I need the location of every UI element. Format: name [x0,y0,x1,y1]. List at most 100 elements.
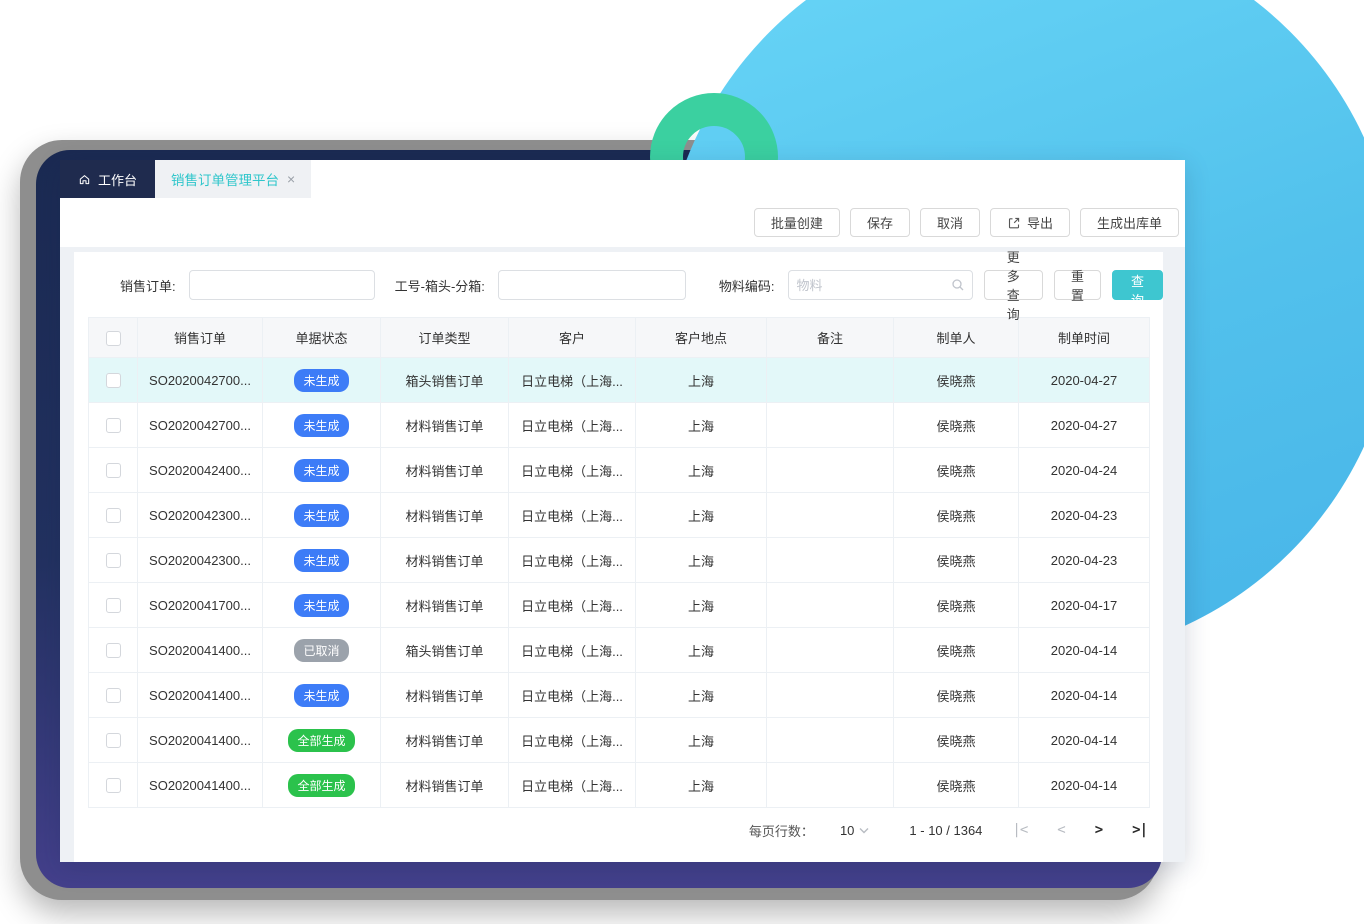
cell-customer: 日立电梯（上海... [509,628,636,673]
cell-create-date: 2020-04-24 [1019,448,1150,493]
cell-create-date: 2020-04-14 [1019,763,1150,808]
column-header: 销售订单 [138,318,263,358]
page: 工作台 销售订单管理平台 × 批量创建 保存 取消 导出 生成出库单 [0,0,1364,924]
row-checkbox[interactable] [106,463,121,478]
table-row[interactable]: SO2020042300...未生成材料销售订单日立电梯（上海...上海侯晓燕2… [89,493,1150,538]
cell-status: 未生成 [263,673,381,718]
cell-customer: 日立电梯（上海... [509,718,636,763]
row-select-cell [89,673,138,718]
cell-customer: 日立电梯（上海... [509,763,636,808]
status-badge: 全部生成 [288,729,354,752]
cell-create-date: 2020-04-27 [1019,403,1150,448]
table-row[interactable]: SO2020041400...全部生成材料销售订单日立电梯（上海...上海侯晓燕… [89,763,1150,808]
cell-remark [767,493,894,538]
cell-status: 未生成 [263,583,381,628]
cell-remark [767,358,894,403]
pagination-range: 1 - 10 / 1364 [909,823,982,838]
cell-remark [767,628,894,673]
sales-order-input[interactable] [189,270,375,300]
cell-creator: 侯晓燕 [894,763,1019,808]
cell-sales-order: SO2020042300... [138,493,263,538]
cell-sales-order: SO2020041400... [138,763,263,808]
column-header: 制单人 [894,318,1019,358]
tab-bar: 工作台 销售订单管理平台 × [60,160,1185,198]
cell-sales-order: SO2020041400... [138,628,263,673]
cell-order-type: 材料销售订单 [381,538,509,583]
cell-order-type: 材料销售订单 [381,448,509,493]
cell-creator: 侯晓燕 [894,583,1019,628]
table-row[interactable]: SO2020041400...全部生成材料销售订单日立电梯（上海...上海侯晓燕… [89,718,1150,763]
cell-creator: 侯晓燕 [894,403,1019,448]
batch-create-button[interactable]: 批量创建 [754,208,840,237]
toolbar: 批量创建 保存 取消 导出 生成出库单 [60,198,1185,247]
row-checkbox[interactable] [106,598,121,613]
rows-per-page-select[interactable]: 10 [840,823,869,838]
export-button[interactable]: 导出 [990,208,1070,237]
prev-page-icon[interactable]: < [1057,822,1064,838]
table-row[interactable]: SO2020041700...未生成材料销售订单日立电梯（上海...上海侯晓燕2… [89,583,1150,628]
cell-customer: 日立电梯（上海... [509,358,636,403]
cell-customer-location: 上海 [636,673,767,718]
select-all-header [89,318,138,358]
row-checkbox[interactable] [106,643,121,658]
row-checkbox[interactable] [106,553,121,568]
row-select-cell [89,493,138,538]
job-box-filter-label: 工号-箱头-分箱: [395,276,485,295]
select-all-checkbox[interactable] [106,331,121,346]
table-row[interactable]: SO2020042300...未生成材料销售订单日立电梯（上海...上海侯晓燕2… [89,538,1150,583]
cell-remark [767,448,894,493]
cancel-button[interactable]: 取消 [920,208,980,237]
table-row[interactable]: SO2020042400...未生成材料销售订单日立电梯（上海...上海侯晓燕2… [89,448,1150,493]
cell-order-type: 箱头销售订单 [381,628,509,673]
row-checkbox[interactable] [106,778,121,793]
reset-button[interactable]: 重置 [1054,270,1101,300]
cell-creator: 侯晓燕 [894,358,1019,403]
cell-customer: 日立电梯（上海... [509,673,636,718]
material-code-input[interactable] [788,270,973,300]
cell-customer-location: 上海 [636,538,767,583]
cell-creator: 侯晓燕 [894,718,1019,763]
main-card: 销售订单: 工号-箱头-分箱: 物料编码: 更多查询 重置 查询 [74,252,1163,862]
cell-create-date: 2020-04-23 [1019,538,1150,583]
cell-customer-location: 上海 [636,493,767,538]
cell-customer: 日立电梯（上海... [509,493,636,538]
cell-customer: 日立电梯（上海... [509,403,636,448]
next-page-icon[interactable]: > [1095,822,1102,838]
row-checkbox[interactable] [106,733,121,748]
generate-outbound-button[interactable]: 生成出库单 [1080,208,1179,237]
close-icon[interactable]: × [287,171,295,187]
last-page-icon[interactable]: >| [1132,822,1147,838]
table-row[interactable]: SO2020041400...未生成材料销售订单日立电梯（上海...上海侯晓燕2… [89,673,1150,718]
row-checkbox[interactable] [106,418,121,433]
more-query-button[interactable]: 更多查询 [984,270,1043,300]
job-box-input[interactable] [498,270,686,300]
cell-order-type: 材料销售订单 [381,673,509,718]
table-header-row: 销售订单单据状态订单类型客户客户地点备注制单人制单时间 [89,318,1150,358]
save-button[interactable]: 保存 [850,208,910,237]
row-checkbox[interactable] [106,373,121,388]
cell-order-type: 材料销售订单 [381,493,509,538]
status-badge: 未生成 [294,504,348,527]
row-checkbox[interactable] [106,688,121,703]
cell-status: 未生成 [263,448,381,493]
cell-status: 全部生成 [263,718,381,763]
rows-per-page-label: 每页行数： [749,821,814,840]
status-badge: 未生成 [294,684,348,707]
cell-remark [767,583,894,628]
cell-customer-location: 上海 [636,403,767,448]
table-row[interactable]: SO2020042700...未生成箱头销售订单日立电梯（上海...上海侯晓燕2… [89,358,1150,403]
row-checkbox[interactable] [106,508,121,523]
first-page-icon[interactable]: |< [1012,822,1027,838]
tab-workbench[interactable]: 工作台 [60,160,155,198]
row-select-cell [89,358,138,403]
status-badge: 未生成 [294,459,348,482]
query-button[interactable]: 查询 [1112,270,1163,300]
table-row[interactable]: SO2020042700...未生成材料销售订单日立电梯（上海...上海侯晓燕2… [89,403,1150,448]
cell-status: 未生成 [263,538,381,583]
cell-sales-order: SO2020042300... [138,538,263,583]
content-area: 销售订单: 工号-箱头-分箱: 物料编码: 更多查询 重置 查询 [60,247,1185,862]
table-row[interactable]: SO2020041400...已取消箱头销售订单日立电梯（上海...上海侯晓燕2… [89,628,1150,673]
tab-sales-order-platform[interactable]: 销售订单管理平台 × [155,160,311,198]
cell-order-type: 材料销售订单 [381,718,509,763]
column-header: 客户 [509,318,636,358]
